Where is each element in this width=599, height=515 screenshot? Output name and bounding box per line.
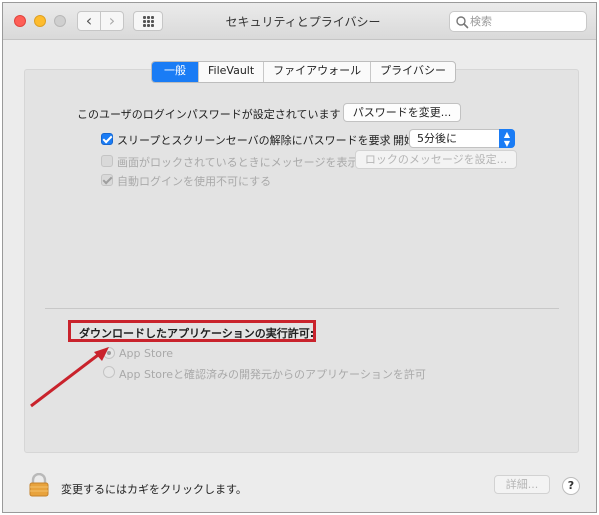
tab-general[interactable]: 一般 (152, 62, 198, 82)
preferences-window: ‹ › セキュリティとプライバシー 一般 FileVault ファイアウォール … (2, 2, 597, 513)
help-button[interactable]: ? (562, 477, 580, 495)
advanced-button[interactable]: 詳細... (494, 475, 550, 494)
lock-hint-text: 変更するにはカギをクリックします。 (61, 483, 247, 496)
tab-privacy[interactable]: プライバシー (370, 62, 455, 82)
tab-bar: 一般 FileVault ファイアウォール プライバシー (151, 61, 456, 83)
lock-icon[interactable] (27, 473, 51, 497)
tab-filevault[interactable]: FileVault (198, 62, 263, 82)
tab-firewall[interactable]: ファイアウォール (263, 62, 370, 82)
